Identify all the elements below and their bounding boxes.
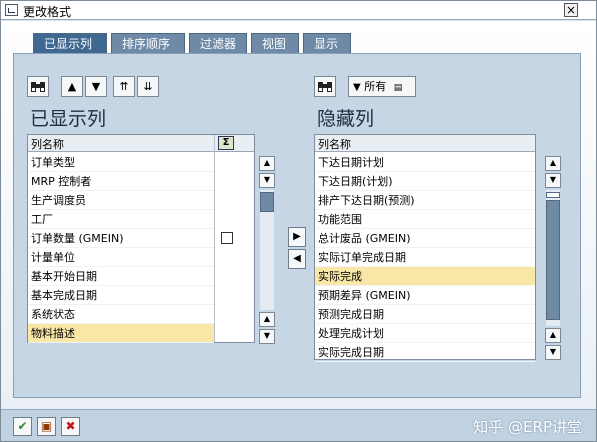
scroll-down-button[interactable]: ▼ [545, 173, 561, 188]
column-name-header: 列名称 [31, 138, 64, 151]
window-title: 更改格式 [23, 5, 72, 19]
tab-view[interactable]: 视图 [251, 33, 299, 53]
move-top-button[interactable]: ⇈ [113, 76, 135, 97]
scroll-gap [546, 192, 560, 198]
left-scrollbar[interactable]: ▲ ▼ ▲ ▼ [259, 156, 275, 344]
filter-icon: ▼ [353, 82, 361, 93]
cancel-button[interactable]: ✖ [61, 417, 80, 436]
change-layout-dialog: 更改格式 × 已显示列 排序顺序 过滤器 视图 显示 ▲ ▼ ⇈ ⇊ 已显示列 … [0, 0, 597, 442]
scroll-track[interactable] [546, 190, 560, 326]
scroll-down-button[interactable]: ▼ [259, 329, 275, 344]
move-bottom-button[interactable]: ⇊ [137, 76, 159, 97]
list-icon: ▤ [393, 83, 403, 93]
hidden-columns-pane: ▼ 所有 ▤ 隐藏列 列名称 下达日期计划 下达日期(计划) 排产下达日期(预测) 功… [314, 76, 569, 391]
scroll-thumb[interactable] [260, 192, 274, 212]
list-item[interactable]: 订单类型 [28, 153, 214, 172]
scroll-track[interactable] [260, 190, 274, 310]
list-header: 列名称 [315, 135, 535, 152]
list-item[interactable]: 下达日期(计划) [315, 172, 535, 191]
find-button[interactable] [27, 76, 49, 97]
list-item[interactable]: MRP 控制者 [28, 172, 214, 191]
sum-checkbox[interactable] [221, 232, 233, 244]
list-item[interactable]: 工厂 [28, 210, 214, 229]
list-item[interactable]: 系统状态 [28, 305, 214, 324]
content-area: 已显示列 排序顺序 过滤器 视图 显示 ▲ ▼ ⇈ ⇊ 已显示列 列名称 Σ 订… [1, 21, 596, 409]
column-name-header: 列名称 [318, 138, 351, 151]
tab-panel: ▲ ▼ ⇈ ⇊ 已显示列 列名称 Σ 订单类型 MRP 控制者 生产调度员 工厂 订单数… [13, 53, 581, 398]
list-item[interactable]: 预测完成日期 [315, 305, 535, 324]
find-button[interactable] [314, 76, 336, 97]
displayed-columns-list: 列名称 Σ 订单类型 MRP 控制者 生产调度员 工厂 订单数量 (GMEIN) 计量单位… [27, 134, 255, 343]
move-down-button[interactable]: ▼ [85, 76, 107, 97]
window-icon [5, 4, 18, 16]
list-item[interactable]: 实际订单完成日期 [315, 248, 535, 267]
displayed-columns-pane: ▲ ▼ ⇈ ⇊ 已显示列 列名称 Σ 订单类型 MRP 控制者 生产调度员 工厂 订单数… [27, 76, 280, 391]
list-item[interactable]: 功能范围 [315, 210, 535, 229]
list-item[interactable]: 实际完成日期 [315, 343, 535, 362]
scroll-up-button[interactable]: ▲ [545, 328, 561, 343]
scroll-up-button[interactable]: ▲ [259, 312, 275, 327]
title-bar: 更改格式 × [1, 1, 596, 20]
watermark: 知乎 @ERP讲堂 [473, 418, 582, 436]
hidden-columns-list: 列名称 下达日期计划 下达日期(计划) 排产下达日期(预测) 功能范围 总计废品 (GM… [314, 134, 536, 362]
binoculars-icon [31, 82, 45, 92]
list-item[interactable]: 物料描述 [28, 324, 214, 343]
filter-dropdown[interactable]: ▼ 所有 ▤ [348, 76, 416, 97]
tab-display[interactable]: 显示 [303, 33, 351, 53]
list-item[interactable]: 下达日期计划 [315, 153, 535, 172]
list-item[interactable]: 基本完成日期 [28, 286, 214, 305]
bottom-toolbar: ✔ ▣ ✖ 知乎 @ERP讲堂 [1, 409, 596, 441]
tab-displayed-columns[interactable]: 已显示列 [33, 33, 107, 53]
list-item[interactable]: 基本开始日期 [28, 267, 214, 286]
scroll-thumb[interactable] [546, 200, 560, 320]
list-item[interactable]: 计量单位 [28, 248, 214, 267]
binoculars-icon [318, 82, 332, 92]
save-layout-button[interactable]: ▣ [37, 417, 56, 436]
right-scrollbar[interactable]: ▲ ▼ ▲ ▼ [545, 156, 561, 360]
scroll-up-button[interactable]: ▲ [259, 156, 275, 171]
right-pane-heading: 隐藏列 [317, 108, 375, 130]
list-item[interactable]: 实际完成 [315, 267, 535, 286]
list-header: 列名称 Σ [28, 135, 254, 152]
move-to-hidden-button[interactable]: ▶ [288, 227, 306, 247]
filter-label: 所有 [364, 80, 387, 93]
list-item[interactable]: 订单数量 (GMEIN) [28, 229, 214, 248]
confirm-button[interactable]: ✔ [13, 417, 32, 436]
list-item[interactable]: 总计废品 (GMEIN) [315, 229, 535, 248]
tab-sort-order[interactable]: 排序顺序 [111, 33, 185, 53]
scroll-down-button[interactable]: ▼ [259, 173, 275, 188]
close-button[interactable]: × [564, 3, 578, 17]
list-item[interactable]: 处理完成计划 [315, 324, 535, 343]
tab-filter[interactable]: 过滤器 [189, 33, 247, 53]
scroll-down-button[interactable]: ▼ [545, 345, 561, 360]
scroll-up-button[interactable]: ▲ [545, 156, 561, 171]
list-item[interactable]: 预期差异 (GMEIN) [315, 286, 535, 305]
list-item[interactable]: 排产下达日期(预测) [315, 191, 535, 210]
move-to-displayed-button[interactable]: ◀ [288, 249, 306, 269]
sum-column-icon[interactable]: Σ [218, 136, 234, 150]
left-pane-heading: 已显示列 [30, 108, 107, 130]
column-divider [214, 135, 215, 342]
list-item[interactable]: 生产调度员 [28, 191, 214, 210]
move-up-button[interactable]: ▲ [61, 76, 83, 97]
